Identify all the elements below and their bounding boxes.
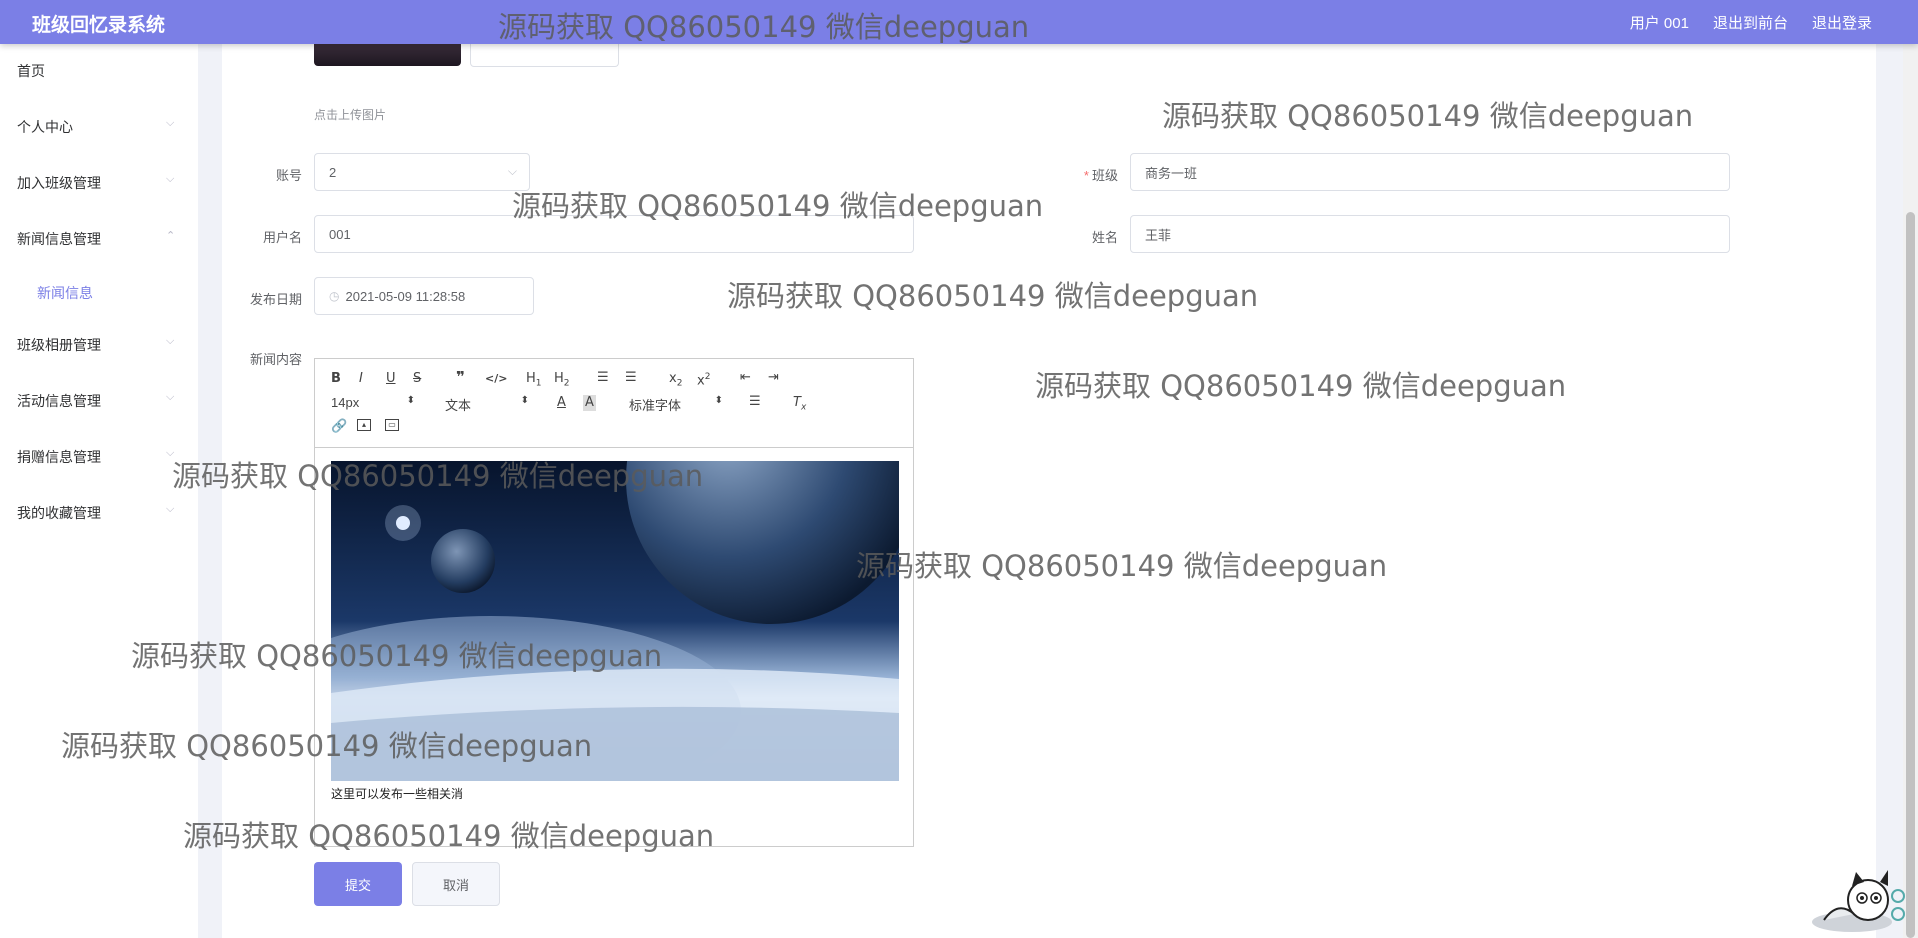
heading-1-icon[interactable]: H1 [526,371,542,392]
editor-embedded-image [331,461,899,781]
underline-icon[interactable]: U [386,371,396,387]
rich-text-editor[interactable]: B I U S ❞ </> H1 H2 ☰ ☰ x2 x2 ⇤ ⇥ 14px ⬍… [314,358,914,847]
publish-date-picker[interactable]: ◷ 2021-05-09 11:28:58 [314,277,534,315]
bold-icon[interactable]: B [331,371,341,387]
sidebar-item-label: 活动信息管理 [17,393,101,409]
text-format-select[interactable]: 文本 ⬍ [445,395,529,413]
sidebar-item-personal-center[interactable]: 个人中心 ⌵ [0,108,198,144]
ordered-list-icon[interactable]: ☰ [597,370,609,386]
italic-icon[interactable]: I [359,371,363,387]
blockquote-icon[interactable]: ❞ [456,369,465,385]
video-icon[interactable]: ▭ [385,419,399,431]
heading-2-icon[interactable]: H2 [554,371,570,392]
link-icon[interactable]: 🔗 [331,419,347,435]
name-field[interactable]: 王菲 [1130,215,1730,253]
class-value: 商务一班 [1145,165,1198,181]
sidebar-item-label: 我的收藏管理 [17,505,101,521]
upload-hint: 点击上传图片 [314,108,387,122]
sidebar-item-label: 捐赠信息管理 [17,449,101,465]
app-title: 班级回忆录系统 [32,15,166,36]
indent-icon[interactable]: ⇥ [768,370,779,386]
space-planet-illustration [331,461,899,781]
text-format-value: 文本 [445,398,472,413]
chevron-down-icon: ⌵ [166,173,175,185]
username-value: 001 [329,226,351,242]
sort-arrows-icon: ⬍ [714,395,723,406]
sidebar-item-activity-management[interactable]: 活动信息管理 ⌵ [0,382,198,418]
chevron-down-icon: ⌵ [166,335,175,347]
top-bar: 班级回忆录系统 用户 001 退出到前台 退出登录 [0,0,1918,44]
submit-button[interactable]: 提交 [314,862,402,906]
class-field[interactable]: 商务一班 [1130,153,1730,191]
sidebar-item-donation-management[interactable]: 捐赠信息管理 ⌵ [0,438,198,474]
cancel-button[interactable]: 取消 [412,862,500,906]
font-family-select[interactable]: 标准字体 ⬍ [629,395,723,413]
logout-link[interactable]: 退出登录 [1812,12,1872,33]
scrollbar-thumb[interactable] [1906,212,1915,938]
font-family-value: 标准字体 [629,398,682,413]
chevron-up-icon: ⌃ [166,230,176,242]
mascot-cat-image [1812,870,1905,932]
top-links: 用户 001 退出到前台 退出登录 [1630,12,1872,33]
sidebar-subitem-label: 新闻信息 [37,285,93,301]
account-value: 2 [329,164,337,180]
outdent-icon[interactable]: ⇤ [740,370,751,386]
chevron-down-icon: ⌵ [507,164,517,178]
clear-format-icon[interactable]: Tx [793,395,806,416]
account-label: 账号 [275,168,302,183]
sidebar-item-news-management[interactable]: 新闻信息管理 ⌃ [0,220,198,256]
sidebar-item-label: 个人中心 [17,119,73,135]
sort-arrows-icon: ⬍ [406,395,415,406]
image-icon[interactable]: ▴ [357,419,371,431]
username-field[interactable]: 001 [314,215,914,253]
news-content-label: 新闻内容 [249,352,302,367]
editor-toolbar: B I U S ❞ </> H1 H2 ☰ ☰ x2 x2 ⇤ ⇥ 14px ⬍… [315,359,913,448]
chevron-down-icon: ⌵ [166,117,175,129]
sidebar-item-label: 首页 [17,63,45,79]
sidebar-item-join-class[interactable]: 加入班级管理 ⌵ [0,164,198,200]
code-block-icon[interactable]: </> [485,371,507,387]
name-value: 王菲 [1145,227,1172,243]
username-label: 用户名 [262,230,302,245]
sidebar-item-label: 加入班级管理 [17,175,101,191]
clock-icon: ◷ [329,289,340,303]
exit-to-frontend-link[interactable]: 退出到前台 [1713,12,1788,33]
chevron-down-icon: ⌵ [166,503,175,515]
sidebar-item-favorites-management[interactable]: 我的收藏管理 ⌵ [0,494,198,530]
font-size-select[interactable]: 14px ⬍ [331,395,415,411]
sidebar: 首页 个人中心 ⌵ 加入班级管理 ⌵ 新闻信息管理 ⌃ 新闻信息 班级相册管理 … [0,44,198,938]
sidebar-item-home[interactable]: 首页 [0,52,198,88]
chevron-down-icon: ⌵ [166,447,175,459]
strikethrough-icon[interactable]: S [413,371,421,387]
user-menu-link[interactable]: 用户 001 [1630,12,1689,33]
align-icon[interactable]: ☰ [749,394,761,410]
sidebar-item-album-management[interactable]: 班级相册管理 ⌵ [0,326,198,362]
background-color-icon[interactable]: A [583,395,596,411]
upload-box[interactable] [470,44,619,67]
sort-arrows-icon: ⬍ [520,395,529,406]
font-color-icon[interactable]: A [557,395,566,411]
account-select[interactable]: 2 ⌵ [314,153,530,191]
editor-body-text: 这里可以发布一些相关消 [331,787,464,801]
sidebar-item-label: 新闻信息管理 [17,231,101,247]
chevron-down-icon: ⌵ [166,391,175,403]
sidebar-subitem-news[interactable]: 新闻信息 [0,274,198,310]
sidebar-item-label: 班级相册管理 [17,337,101,353]
name-label: 姓名 [1091,230,1118,245]
subscript-icon[interactable]: x2 [669,371,682,392]
publish-date-value: 2021-05-09 11:28:58 [345,288,466,304]
superscript-icon[interactable]: x2 [697,369,710,389]
uploaded-image-thumbnail[interactable] [314,44,461,66]
publish-date-label: 发布日期 [249,292,302,307]
bullet-list-icon[interactable]: ☰ [625,370,637,386]
font-size-value: 14px [331,395,360,410]
class-label: * 班级 [1083,168,1118,183]
